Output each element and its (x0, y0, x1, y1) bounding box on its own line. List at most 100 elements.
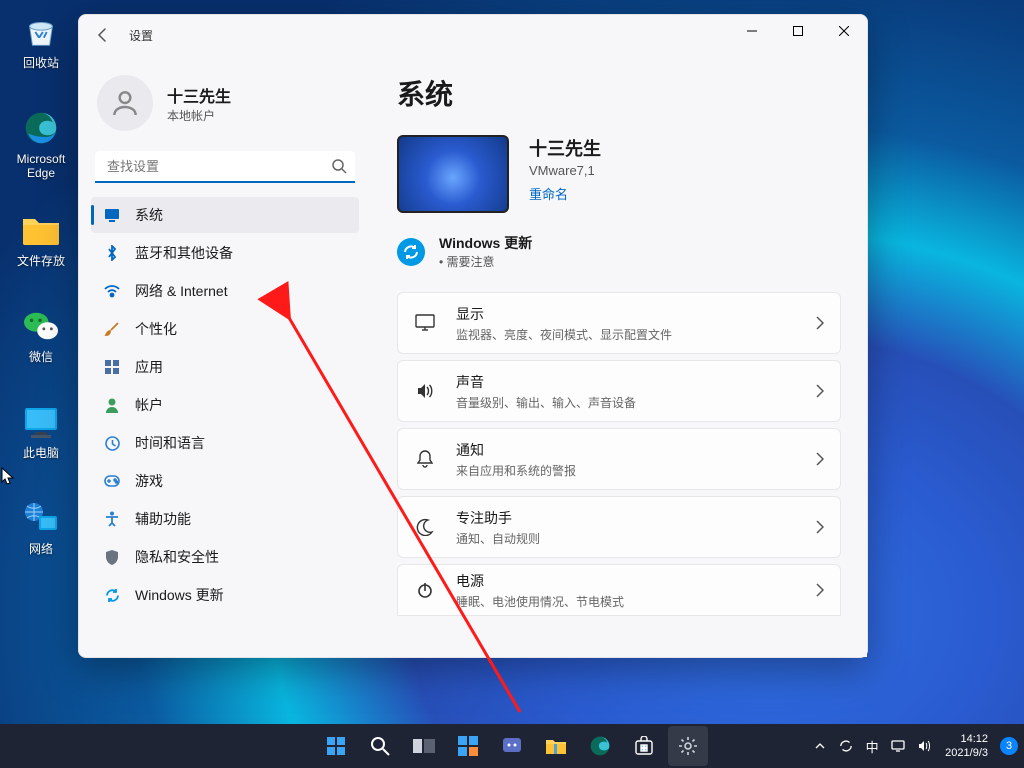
settings-icon (677, 735, 699, 757)
clock-time: 14:12 (945, 732, 988, 746)
update-title: Windows 更新 (439, 233, 532, 253)
desktop-icon-0[interactable]: 回收站 (4, 12, 78, 70)
settings-card-notif[interactable]: 通知来自应用和系统的警报 (397, 428, 841, 490)
sidebar-item-label: 帐户 (135, 395, 163, 415)
minimize-button[interactable] (729, 15, 775, 47)
recycle-icon (21, 12, 61, 52)
access-icon (103, 510, 121, 528)
settings-card-power[interactable]: 电源睡眠、电池使用情况、节电模式 (397, 564, 841, 616)
tray-chevron-icon[interactable] (811, 737, 829, 755)
shield-icon (103, 548, 121, 566)
settings-window: 设置 十三先生 本地帐户 系统蓝牙和其 (78, 14, 868, 658)
taskbar-settings-button[interactable] (668, 726, 708, 766)
update-icon (103, 586, 121, 604)
widgets-icon (457, 735, 479, 757)
sidebar-item-time[interactable]: 时间和语言 (91, 425, 359, 461)
sidebar-item-system[interactable]: 系统 (91, 197, 359, 233)
cursor-icon (0, 466, 16, 486)
rename-link[interactable]: 重命名 (529, 184, 568, 203)
explorer-icon (545, 737, 567, 755)
taskbar-explorer-button[interactable] (536, 726, 576, 766)
taskbar-search-button[interactable] (360, 726, 400, 766)
taskbar-tray: 中 14:12 2021/9/3 3 (811, 724, 1018, 768)
sidebar-item-brush[interactable]: 个性化 (91, 311, 359, 347)
taskbar-widgets-button[interactable] (448, 726, 488, 766)
chevron-right-icon (816, 316, 824, 330)
desktop-icon-1[interactable]: Microsoft Edge (4, 108, 78, 180)
card-title: 电源 (456, 571, 796, 591)
sidebar-item-bt[interactable]: 蓝牙和其他设备 (91, 235, 359, 271)
brush-icon (103, 320, 121, 338)
search-icon (331, 158, 347, 174)
sidebar-item-label: 时间和语言 (135, 433, 205, 453)
desktop-icon-label: 此电脑 (4, 446, 78, 460)
card-sub: 睡眠、电池使用情况、节电模式 (456, 593, 796, 610)
taskbar-start-button[interactable] (316, 726, 356, 766)
store-icon (634, 736, 654, 756)
wallpaper-thumb[interactable] (397, 135, 509, 213)
taskbar-edge-button[interactable] (580, 726, 620, 766)
user-sub: 本地帐户 (167, 107, 231, 124)
close-button[interactable] (821, 15, 867, 47)
sidebar-item-access[interactable]: 辅助功能 (91, 501, 359, 537)
settings-card-display[interactable]: 显示监视器、亮度、夜间模式、显示配置文件 (397, 292, 841, 354)
window-controls (729, 15, 867, 47)
chevron-right-icon (816, 520, 824, 534)
folder-icon (21, 210, 61, 250)
back-button[interactable] (85, 17, 121, 53)
sidebar-nav: 系统蓝牙和其他设备网络 & Internet个性化应用帐户时间和语言游戏辅助功能… (89, 197, 361, 613)
taskbar-taskview-button[interactable] (404, 726, 444, 766)
search-icon (370, 736, 390, 756)
sidebar-item-game[interactable]: 游戏 (91, 463, 359, 499)
card-title: 显示 (456, 304, 796, 324)
tray-ime[interactable]: 中 (863, 737, 881, 755)
power-icon (414, 581, 436, 599)
notification-badge[interactable]: 3 (1000, 737, 1018, 755)
wechat-icon (21, 306, 61, 346)
update-status[interactable]: Windows 更新 • 需要注意 (397, 233, 841, 270)
sidebar: 十三先生 本地帐户 系统蓝牙和其他设备网络 & Internet个性化应用帐户时… (79, 55, 371, 657)
notif-icon (414, 450, 436, 468)
apps-icon (103, 358, 121, 376)
chat-icon (502, 736, 522, 756)
tray-volume-icon[interactable] (915, 737, 933, 755)
chevron-right-icon (816, 452, 824, 466)
device-model: VMware7,1 (529, 163, 601, 178)
person-icon (103, 396, 121, 414)
chevron-right-icon (816, 583, 824, 597)
pc-icon (21, 402, 61, 442)
desktop-icon-4[interactable]: 此电脑 (4, 402, 78, 460)
focus-icon (414, 518, 436, 536)
maximize-button[interactable] (775, 15, 821, 47)
edge-icon (21, 108, 61, 148)
tray-sync-icon[interactable] (837, 737, 855, 755)
desktop-icon-2[interactable]: 文件存放 (4, 210, 78, 268)
desktop-icon-5[interactable]: 网络 (4, 498, 78, 556)
card-sub: 音量级别、输出、输入、声音设备 (456, 394, 796, 411)
desktop-icon-3[interactable]: 微信 (4, 306, 78, 364)
card-title: 专注助手 (456, 508, 796, 528)
system-icon (103, 206, 121, 224)
taskbar-store-button[interactable] (624, 726, 664, 766)
settings-card-focus[interactable]: 专注助手通知、自动规则 (397, 496, 841, 558)
search-input[interactable] (95, 151, 355, 183)
desktop-icon-label: 网络 (4, 542, 78, 556)
user-name: 十三先生 (167, 83, 231, 107)
sidebar-item-person[interactable]: 帐户 (91, 387, 359, 423)
tray-network-icon[interactable] (889, 737, 907, 755)
sidebar-item-apps[interactable]: 应用 (91, 349, 359, 385)
bt-icon (103, 244, 121, 262)
sidebar-item-shield[interactable]: 隐私和安全性 (91, 539, 359, 575)
card-sub: 来自应用和系统的警报 (456, 462, 796, 479)
sidebar-item-update[interactable]: Windows 更新 (91, 577, 359, 613)
sidebar-item-label: 系统 (135, 205, 163, 225)
card-sub: 通知、自动规则 (456, 530, 796, 547)
user-profile[interactable]: 十三先生 本地帐户 (89, 65, 361, 145)
display-icon (414, 314, 436, 332)
sidebar-item-wifi[interactable]: 网络 & Internet (91, 273, 359, 309)
game-icon (103, 472, 121, 490)
taskbar-clock[interactable]: 14:12 2021/9/3 (941, 732, 992, 760)
settings-card-sound[interactable]: 声音音量级别、输出、输入、声音设备 (397, 360, 841, 422)
taskbar-chat-button[interactable] (492, 726, 532, 766)
sidebar-item-label: 应用 (135, 357, 163, 377)
